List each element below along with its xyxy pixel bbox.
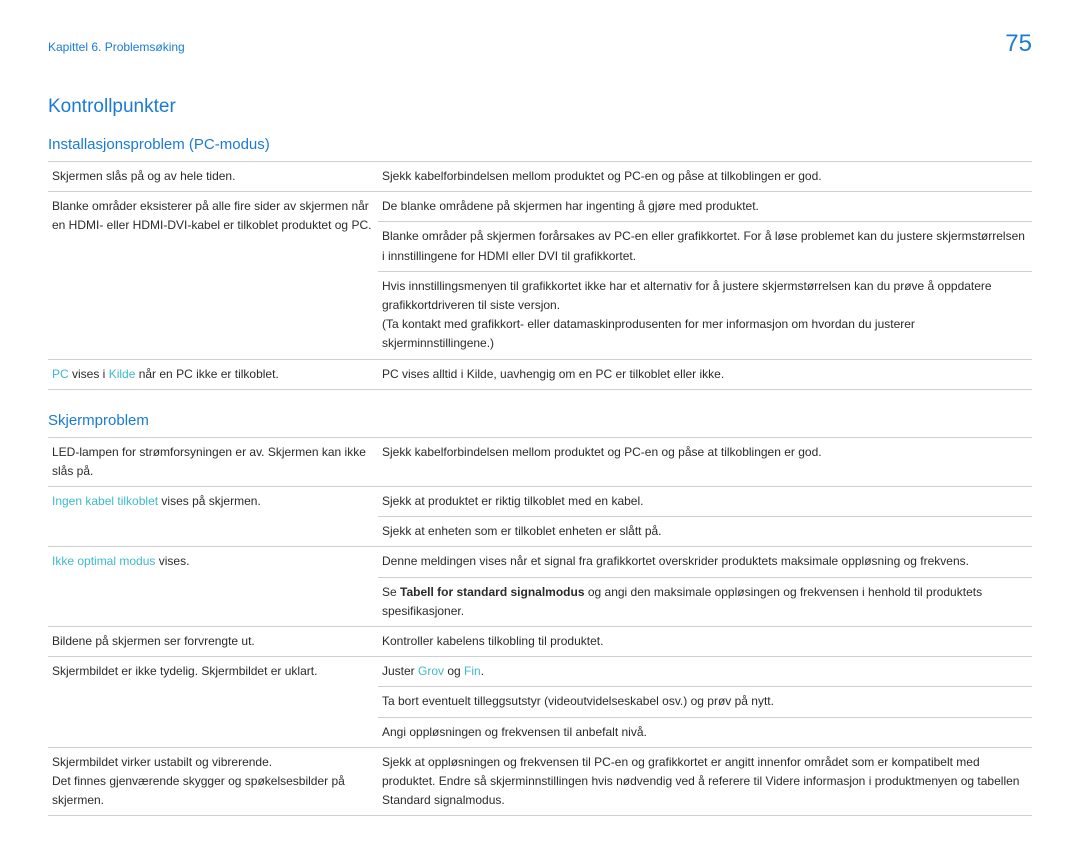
problem-cell: Bildene på skjermen ser forvrengte ut.: [48, 627, 378, 657]
table-row: Skjermbildet er ikke tydelig. Skjermbild…: [48, 657, 1032, 687]
table-row: LED-lampen for strømforsyningen er av. S…: [48, 437, 1032, 486]
solution-cell: Angi oppløsningen og frekvensen til anbe…: [378, 717, 1032, 747]
table-row: Ingen kabel tilkoblet vises på skjermen.…: [48, 487, 1032, 517]
problem-cell: Skjermbildet er ikke tydelig. Skjermbild…: [48, 657, 378, 748]
problem-cell: PC vises i Kilde når en PC ikke er tilko…: [48, 359, 378, 389]
problem-table: Skjermen slås på og av hele tiden.Sjekk …: [48, 161, 1032, 390]
table-row: PC vises i Kilde når en PC ikke er tilko…: [48, 359, 1032, 389]
page-number: 75: [1005, 30, 1032, 58]
page-header: Kapittel 6. Problemsøking 75: [48, 30, 1032, 58]
problem-cell: LED-lampen for strømforsyningen er av. S…: [48, 437, 378, 486]
solution-cell: PC vises alltid i Kilde, uavhengig om en…: [378, 359, 1032, 389]
solution-cell: Ta bort eventuelt tilleggsutstyr (videou…: [378, 687, 1032, 717]
chapter-label: Kapittel 6. Problemsøking: [48, 40, 185, 54]
solution-cell: De blanke områdene på skjermen har ingen…: [378, 192, 1032, 222]
table-row: Skjermen slås på og av hele tiden.Sjekk …: [48, 162, 1032, 192]
solution-cell: Hvis innstillingsmenyen til grafikkortet…: [378, 271, 1032, 359]
problem-cell: Skjermbildet virker ustabilt og vibreren…: [48, 747, 378, 816]
solution-cell: Sjekk at enheten som er tilkoblet enhete…: [378, 517, 1032, 547]
solution-cell: Sjekk at oppløsningen og frekvensen til …: [378, 747, 1032, 816]
problem-cell: Ingen kabel tilkoblet vises på skjermen.: [48, 487, 378, 547]
problem-cell: Skjermen slås på og av hele tiden.: [48, 162, 378, 192]
solution-cell: Sjekk kabelforbindelsen mellom produktet…: [378, 437, 1032, 486]
solution-cell: Sjekk at produktet er riktig tilkoblet m…: [378, 487, 1032, 517]
solution-cell: Denne meldingen vises når et signal fra …: [378, 547, 1032, 577]
table-row: Skjermbildet virker ustabilt og vibreren…: [48, 747, 1032, 816]
section-title: Kontrollpunkter: [48, 96, 1032, 118]
table-row: Blanke områder eksisterer på alle fire s…: [48, 192, 1032, 222]
table-row: Ikke optimal modus vises.Denne meldingen…: [48, 547, 1032, 577]
problem-table: LED-lampen for strømforsyningen er av. S…: [48, 437, 1032, 817]
solution-cell: Juster Grov og Fin.: [378, 657, 1032, 687]
tables-container: Installasjonsproblem (PC-modus) Skjermen …: [48, 136, 1032, 816]
solution-cell: Kontroller kabelens tilkobling til produ…: [378, 627, 1032, 657]
solution-cell: Sjekk kabelforbindelsen mellom produktet…: [378, 162, 1032, 192]
solution-cell: Se Tabell for standard signalmodus og an…: [378, 577, 1032, 626]
table-heading: Skjermproblem: [48, 412, 1032, 429]
problem-cell: Blanke områder eksisterer på alle fire s…: [48, 192, 378, 359]
table-heading: Installasjonsproblem (PC-modus): [48, 136, 1032, 153]
problem-cell: Ikke optimal modus vises.: [48, 547, 378, 627]
page: Kapittel 6. Problemsøking 75 Kontrollpun…: [0, 0, 1080, 858]
solution-cell: Blanke områder på skjermen forårsakes av…: [378, 222, 1032, 271]
table-row: Bildene på skjermen ser forvrengte ut.Ko…: [48, 627, 1032, 657]
